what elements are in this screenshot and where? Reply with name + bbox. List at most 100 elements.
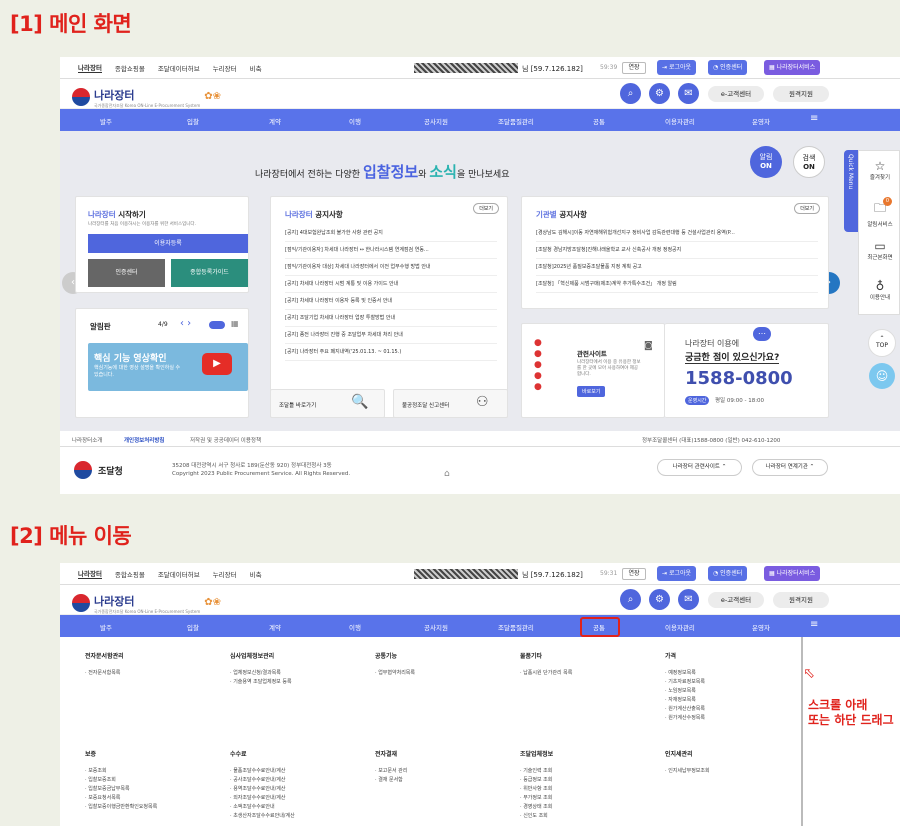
nav-order[interactable]: 발주 <box>100 622 112 632</box>
user-settings-icon[interactable]: ⚙ <box>649 589 670 610</box>
menu-item[interactable]: · 보증요청서목록 <box>85 794 120 801</box>
menu-item[interactable]: · 원가계산산출목록 <box>665 705 705 712</box>
nav-contract[interactable]: 계약 <box>269 622 281 632</box>
menu-col-header[interactable]: 심사업체정보관리 <box>230 651 274 660</box>
nara-services-button[interactable]: ▦ 나라장터서비스 <box>764 60 821 75</box>
extend-button[interactable]: 연장 <box>622 568 646 580</box>
menu-item[interactable]: · 공사조달수수료안내/계산 <box>230 776 285 783</box>
menu-item[interactable]: · 용역조달수수료안내/계산 <box>230 785 285 792</box>
nara-services-button[interactable]: ▦ 나라장터서비스 <box>764 566 821 581</box>
topbar-link-datahub[interactable]: 조달데이터허브 <box>158 63 200 73</box>
agency-item[interactable]: [조달청 경남지방조달청]진해나래울학교 교사 신축공사 개정 정정공지 <box>536 242 818 259</box>
menu-item[interactable]: · 등급정보 조회 <box>520 776 552 783</box>
topbar-link-nuri[interactable]: 누리장터 <box>213 63 237 73</box>
nav-construction[interactable]: 공사지원 <box>424 622 448 632</box>
menu-item[interactable]: · 소액조달수수료안내 <box>230 803 275 810</box>
nav-bid[interactable]: 입찰 <box>187 116 199 126</box>
logout-button[interactable]: ⇥ 로그아웃 <box>657 60 697 75</box>
agency-item[interactable]: [조달청] 「혁신제품 시범구매(제조)계약 추가특수조건」 개정 알림 <box>536 276 818 293</box>
notice-item[interactable]: [공지] 종전 나라장터 진행 중 조달업무 차세대 처리 안내 <box>285 327 497 344</box>
notice-item[interactable]: [공지] 나라장터 주요 페지내역('25.01.13. ~ 01.15.) <box>285 344 497 361</box>
menu-item[interactable]: · 기술인력 조회 <box>520 767 552 774</box>
nav-quality[interactable]: 조달품질관리 <box>498 622 534 632</box>
notice-item[interactable]: [점익/기관이용자 대상] 차세대 나라장터에서 이전 업무수행 방법 안내 <box>285 259 497 276</box>
menu-col-header[interactable]: 공통기능 <box>375 651 397 660</box>
nav-quality[interactable]: 조달품질관리 <box>498 116 534 126</box>
nav-perform[interactable]: 이행 <box>349 116 361 126</box>
cert-center-button[interactable]: ◔ 인증센터 <box>708 566 748 581</box>
menu-item[interactable]: · 위반사항 조회 <box>520 785 552 792</box>
menu-item[interactable]: · 기술용역 조달업체정보 등록 <box>230 678 292 685</box>
menu-item[interactable]: · 입찰보증이행금반환확인요청목록 <box>85 803 157 810</box>
menu-item[interactable]: · 전자문서함목록 <box>85 669 120 676</box>
nav-bid[interactable]: 입찰 <box>187 622 199 632</box>
topbar-link-stock[interactable]: 비축 <box>250 569 262 579</box>
alert-on-toggle[interactable]: 알림 ON <box>750 146 782 178</box>
mail-icon[interactable]: ✉ <box>678 83 699 104</box>
notice-item[interactable]: [공지] 차세대 나라장터 시범 계통 및 이용 가이드 안내 <box>285 276 497 293</box>
site-logo[interactable]: 나라장터 국가종합전자조달 Korea ON-Line E-Procurement… <box>72 84 221 109</box>
menu-col-header[interactable]: 조달업체정보 <box>520 749 553 758</box>
menu-item[interactable]: · 업체정보신청/결과목록 <box>230 669 281 676</box>
agency-item[interactable]: [조달청]2025년 품질보증조달물품 지정 계획 공고 <box>536 259 818 276</box>
menu-item[interactable]: · 자재정보목록 <box>665 696 696 703</box>
e-customer-button[interactable]: e-고객센터 <box>708 86 764 102</box>
user-register-button[interactable]: 이용자등록 <box>88 234 248 253</box>
menu-item[interactable]: · 보고문서 관리 <box>375 767 407 774</box>
menu-col-header[interactable]: 물품기타 <box>520 651 542 660</box>
footer-link-privacy[interactable]: 개인정보처리방침 <box>124 436 164 444</box>
video-banner[interactable]: 핵심 기능 영상확인 핵심기능에 대한 영상 설명을 확인하실 수 있습니다. … <box>88 343 248 391</box>
menu-col-header[interactable]: 가격 <box>665 651 676 660</box>
menu-col-header[interactable]: 수수료 <box>230 749 247 758</box>
menu-item[interactable]: · 초생산자조달수수료안내/계산 <box>230 812 295 819</box>
topbar-link-nuri[interactable]: 누리장터 <box>213 569 237 579</box>
nav-construction[interactable]: 공사지원 <box>424 116 448 126</box>
menu-item[interactable]: · 보증조회 <box>85 767 107 774</box>
menu-item[interactable]: · 물품조달수수료안내/계산 <box>230 767 285 774</box>
cert-center-card-button[interactable]: 인증센터 <box>88 259 165 287</box>
nav-admin[interactable]: 운영자 <box>752 116 770 126</box>
nav-order[interactable]: 발주 <box>100 116 112 126</box>
menu-item[interactable]: · 입찰보증조회 <box>85 776 116 783</box>
topbar-link-datahub[interactable]: 조달데이터허브 <box>158 569 200 579</box>
footer-link-copyright[interactable]: 저작권 및 공공데이터 이용정책 <box>190 436 261 444</box>
hamburger-icon[interactable]: ≡ <box>810 619 818 630</box>
barrier-link[interactable]: 조달틀 바로가기 🔍 <box>270 389 385 418</box>
related-sites-dropdown[interactable]: 나라장터 관련사이트 ⌃ <box>657 459 742 476</box>
menu-item[interactable]: · 외자조달수수료안내/계산 <box>230 794 285 801</box>
menu-col-header[interactable]: 전자결재 <box>375 749 397 758</box>
menu-item[interactable]: · 원가계산수정목록 <box>665 714 705 721</box>
notice-item[interactable]: [점익/기관이용자] 차세대 나라장터 ↔ 한나라시스템 연계점검 연동... <box>285 242 497 259</box>
site-logo[interactable]: 나라장터 국가종합전자조달 Korea ON-Line E-Procurement… <box>72 590 221 615</box>
alarm-item[interactable]: 🗀 알림서비스 <box>859 199 900 228</box>
notice-more-button[interactable]: 더보기 <box>473 203 499 214</box>
menu-item[interactable]: · 부가정보 조회 <box>520 794 552 801</box>
top-button[interactable]: ⌃ TOP <box>868 329 896 357</box>
menu-col-header[interactable]: 보증 <box>85 749 96 758</box>
nav-contract[interactable]: 계약 <box>269 116 281 126</box>
menu-item[interactable]: · 결재 문서함 <box>375 776 403 783</box>
related-view-button[interactable]: 바로보기 <box>577 386 606 397</box>
topbar-link-nara[interactable]: 나라장터 <box>78 568 102 579</box>
topbar-link-stock[interactable]: 비축 <box>250 63 262 73</box>
prev-slide-icon[interactable]: ‹ › <box>180 318 191 329</box>
extend-button[interactable]: 연장 <box>622 62 646 74</box>
menu-item[interactable]: · 예정정보목록 <box>665 669 696 676</box>
menu-item[interactable]: · 업무협약처리목록 <box>375 669 415 676</box>
menu-item[interactable]: · 경영상태 조회 <box>520 803 552 810</box>
nav-users[interactable]: 이용자관리 <box>665 622 695 632</box>
logout-button[interactable]: ⇥ 로그아웃 <box>657 566 697 581</box>
user-settings-icon[interactable]: ⚙ <box>649 83 670 104</box>
agency-more-button[interactable]: 더보기 <box>794 203 820 214</box>
nav-users[interactable]: 이용자관리 <box>665 116 695 126</box>
nav-admin[interactable]: 운영자 <box>752 622 770 632</box>
register-guide-button[interactable]: 종합등록가이드 <box>171 259 248 287</box>
recent-item[interactable]: ▭ 최근본화면 <box>859 239 900 261</box>
topbar-link-mall[interactable]: 종합쇼핑몰 <box>115 63 145 73</box>
menu-item[interactable]: · 신인도 조회 <box>520 812 548 819</box>
topbar-link-nara[interactable]: 나라장터 <box>78 62 102 73</box>
e-customer-button[interactable]: e-고객센터 <box>708 592 764 608</box>
notice-item[interactable]: [공지] 차세대 나라장터 이용자 등록 및 인증서 안내 <box>285 293 497 310</box>
agency-item[interactable]: [경상남도 김해시]이동 자연재해위험개선지구 정비사업 감독관련대행 등 건설… <box>536 225 818 242</box>
menu-item[interactable]: · 기초자료정보목록 <box>665 678 705 685</box>
